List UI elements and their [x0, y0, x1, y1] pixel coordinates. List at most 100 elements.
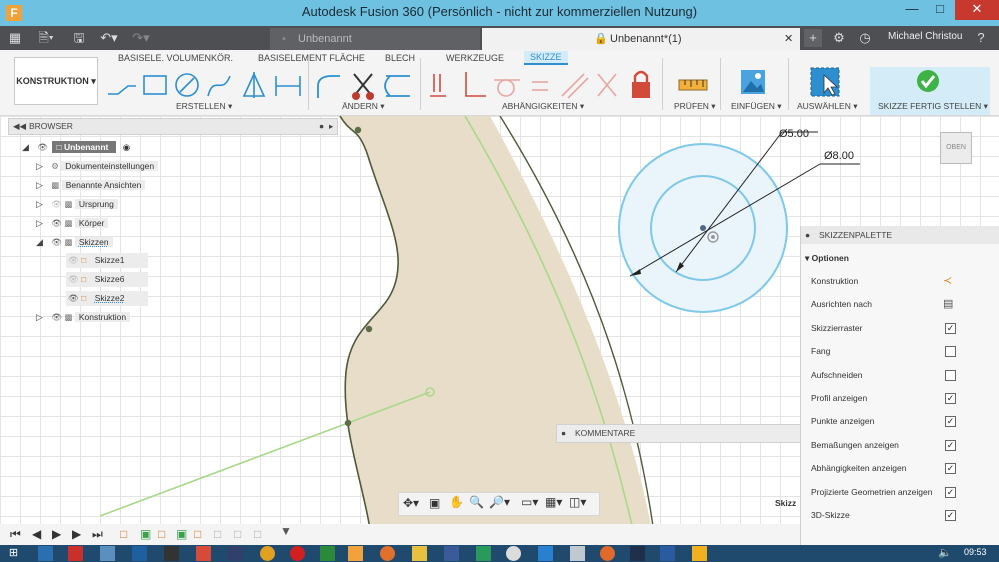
taskbar-app-icon[interactable] — [38, 546, 53, 561]
fusion360-taskbar-icon[interactable] — [348, 546, 363, 561]
apps-grid-icon[interactable]: ▦ — [6, 29, 24, 47]
group-pruefen[interactable]: PRÜFEN ▾ — [674, 101, 716, 112]
undo-icon[interactable]: ↶▾ — [96, 29, 122, 47]
options-section[interactable]: ▾ Optionen — [805, 253, 849, 264]
view-cube[interactable]: OBEN — [940, 132, 972, 164]
taskbar-app-icon[interactable] — [320, 546, 335, 561]
grid-icon[interactable]: ▦▾ — [545, 495, 562, 509]
taskbar-app-icon[interactable] — [600, 546, 615, 561]
checkbox-bemassungen[interactable]: ✓ — [945, 440, 956, 451]
user-name[interactable]: Michael Christou — [888, 31, 962, 42]
dimension-label-d8[interactable]: Ø8.00 — [824, 150, 854, 162]
expand-icon[interactable]: ● — [561, 425, 566, 442]
hidden-eye-icon[interactable]: 👁 — [51, 199, 62, 209]
taskbar-app-icon[interactable] — [570, 546, 585, 561]
checkbox-skizzierraster[interactable]: ✓ — [945, 323, 956, 334]
checkbox-fang[interactable] — [945, 346, 956, 357]
collapse-triangle-icon[interactable]: ◢ — [36, 237, 43, 247]
step-back-icon[interactable]: ◀ — [32, 527, 41, 541]
timeline-sketch-icon[interactable]: □ — [158, 527, 165, 541]
eye-icon[interactable]: 👁 — [68, 293, 79, 303]
finish-sketch-button[interactable]: SKIZZE FERTIG STELLEN ▾ — [870, 67, 990, 115]
taskbar-app-icon[interactable] — [444, 546, 459, 561]
tab-unbenannt-1[interactable]: 🔒 Unbenannt*(1) ✕ — [482, 28, 800, 50]
new-tab-icon[interactable]: + — [804, 29, 822, 47]
look-at-icon[interactable]: ▤ — [943, 297, 953, 310]
camera-icon[interactable]: ▣ — [429, 496, 440, 510]
timeline-sketch-icon[interactable]: □ — [120, 527, 127, 541]
file-menu-icon[interactable]: 🗎▾ — [34, 29, 58, 47]
expand-triangle-icon[interactable]: ▷ — [36, 199, 43, 209]
hidden-eye-icon[interactable]: 👁 — [68, 274, 79, 284]
checkbox-aufschneiden[interactable] — [945, 370, 956, 381]
browser-item-skizze1[interactable]: 👁 □ Skizze1 — [66, 253, 148, 268]
expand-triangle-icon[interactable]: ▷ — [36, 218, 43, 228]
go-to-start-icon[interactable]: ⏮ — [10, 527, 21, 542]
opera-icon[interactable] — [290, 546, 305, 561]
tab-werkzeuge[interactable]: WERKZEUGE — [446, 53, 504, 63]
taskbar-app-icon[interactable] — [228, 546, 243, 561]
construction-toggle-icon[interactable]: ≺ — [943, 274, 952, 287]
group-abhaengigkeiten[interactable]: ABHÄNGIGKEITEN ▾ — [502, 101, 584, 112]
help-icon[interactable]: ? — [972, 29, 990, 47]
browser-item-konstruktion[interactable]: ▷ 👁 ▩ Konstruktion — [36, 310, 131, 325]
taskbar-app-icon[interactable] — [132, 546, 147, 561]
browser-item-skizzen[interactable]: ◢ 👁 ▩ Skizzen — [36, 235, 113, 250]
windows-start-icon[interactable]: ⊞ — [6, 546, 21, 561]
expand-triangle-icon[interactable]: ▷ — [36, 161, 43, 171]
eye-icon[interactable]: 👁 — [51, 237, 62, 247]
file-explorer-icon[interactable] — [412, 546, 427, 561]
activate-radio-icon[interactable]: ◉ — [123, 142, 130, 152]
palette-header[interactable]: ● SKIZZENPALETTE — [801, 226, 999, 244]
expand-triangle-icon[interactable]: ▷ — [36, 180, 43, 190]
tab-unbenannt[interactable]: ▪ Unbenannt — [270, 28, 480, 50]
checkbox-abhaengigkeiten[interactable]: ✓ — [945, 463, 956, 474]
taskbar-clock[interactable]: 09:53 — [964, 547, 987, 557]
group-erstellen[interactable]: ERSTELLEN ▾ — [176, 101, 232, 112]
timeline-suppressed-icon[interactable]: □ — [214, 527, 221, 541]
browser-item-ursprung[interactable]: ▷ 👁 ▩ Ursprung — [36, 197, 118, 212]
checkbox-projizierte[interactable]: ✓ — [945, 487, 956, 498]
display-settings-icon[interactable]: ▭▾ — [521, 495, 538, 509]
taskbar-app-icon[interactable] — [164, 546, 179, 561]
comments-panel-header[interactable]: ● KOMMENTARE — [556, 424, 802, 443]
maximize-button[interactable]: □ — [926, 0, 954, 20]
group-aendern[interactable]: ÄNDERN ▾ — [342, 101, 385, 112]
timeline-feature-icon[interactable]: ▣ — [176, 527, 187, 541]
workspace-selector[interactable]: KONSTRUKTION ▾ — [14, 57, 98, 105]
taskbar-app-icon[interactable] — [100, 546, 115, 561]
step-forward-icon[interactable]: ▶ — [72, 527, 81, 541]
tab-basiselement-volumenkoerper[interactable]: BASISELE. VOLUMENKÖR. — [118, 53, 233, 63]
word-icon[interactable] — [660, 546, 675, 561]
group-einfuegen[interactable]: EINFÜGEN ▾ — [731, 101, 782, 112]
internet-explorer-icon[interactable] — [538, 546, 553, 561]
checkbox-profil[interactable]: ✓ — [945, 393, 956, 404]
collapse-icon[interactable]: ● — [805, 226, 810, 244]
viewports-icon[interactable]: ◫▾ — [569, 495, 586, 509]
eye-icon[interactable]: 👁 — [51, 218, 62, 228]
browser-item-skizze2[interactable]: 👁 □ Skizze2 — [66, 291, 148, 306]
hidden-eye-icon[interactable]: 👁 — [68, 255, 79, 265]
tab-blech[interactable]: BLECH — [385, 53, 415, 63]
job-status-icon[interactable]: ⚙ — [830, 29, 848, 47]
taskbar-app-icon[interactable] — [196, 546, 211, 561]
timeline-extrude-icon[interactable]: ▣ — [140, 527, 151, 541]
browser-item-skizze6[interactable]: 👁 □ Skizze6 — [66, 272, 148, 287]
taskbar-app-icon[interactable] — [476, 546, 491, 561]
minimize-button[interactable]: — — [898, 0, 926, 20]
play-icon[interactable]: ▶ — [52, 527, 61, 541]
toggle-icon[interactable]: ▸ — [329, 119, 333, 134]
redo-icon[interactable]: ↷▾ — [128, 29, 154, 47]
collapse-triangle-icon[interactable]: ◢ — [22, 142, 29, 152]
taskbar-app-icon[interactable] — [692, 546, 707, 561]
timeline-suppressed-icon[interactable]: □ — [254, 527, 261, 541]
checkbox-punkte[interactable]: ✓ — [945, 416, 956, 427]
chrome-icon[interactable] — [260, 546, 275, 561]
browser-item-dokumenteinstellungen[interactable]: ▷ ⚙ Dokumenteinstellungen — [36, 159, 159, 174]
orbit-icon[interactable]: ✥▾ — [403, 496, 419, 510]
browser-header[interactable]: ◀◀ BROWSER ● ▸ — [8, 118, 338, 135]
close-button[interactable]: ✕ — [955, 0, 999, 20]
browser-item-benannte-ansichten[interactable]: ▷ ▩ Benannte Ansichten — [36, 178, 146, 193]
volume-icon[interactable]: 🔈 — [938, 546, 952, 559]
pan-hand-icon[interactable]: ✋ — [449, 495, 464, 509]
